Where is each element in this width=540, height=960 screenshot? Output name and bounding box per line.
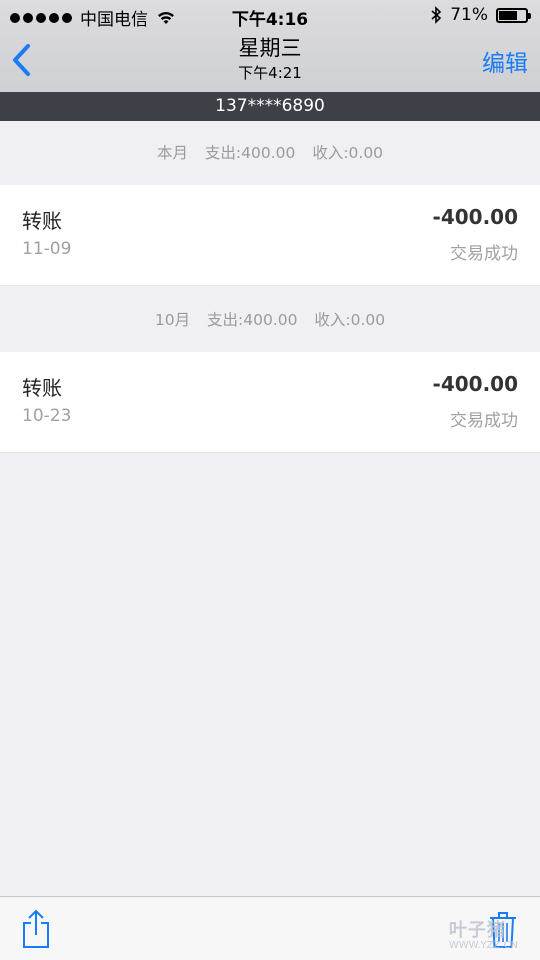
transaction-row[interactable]: 转账 11-09 -400.00 交易成功 [0,185,540,286]
battery-fill [499,10,518,20]
watermark-logo: 叶子猪 WWW.YZZ.CN [449,916,518,951]
account-number-bar: 137****6890 [0,92,540,121]
section-month: 本月 [156,144,188,162]
watermark-text: 叶子猪 [448,920,506,941]
section-expense: 支出:400.00 [207,311,298,329]
battery-percent: 71% [450,5,488,25]
page-subtitle: 下午4:21 [238,64,302,82]
section-header: 10月 支出:400.00 收入:0.00 [0,288,540,352]
transaction-title: 转账 [22,376,62,400]
section-income: 收入:0.00 [312,144,384,162]
transaction-title: 转账 [22,209,62,233]
transaction-date: 11-09 [22,239,72,259]
transaction-status: 交易成功 [450,411,518,431]
share-button[interactable] [20,909,52,949]
transaction-row[interactable]: 转账 10-23 -400.00 交易成功 [0,352,540,453]
navigation-bar: 星期三 下午4:21 编辑 [0,30,540,92]
transaction-amount: -400.00 [432,372,518,396]
share-icon [23,909,49,948]
transaction-amount: -400.00 [432,205,518,229]
top-bar: 中国电信 下午4:16 71% 星期三 下午4:21 编辑 [0,0,540,92]
bluetooth-icon [431,6,442,24]
section-income: 收入:0.00 [314,311,386,329]
section-month: 10月 [154,311,191,329]
watermark-url: WWW.YZZ.CN [448,940,518,951]
page-title: 星期三 [238,36,302,60]
battery-icon [496,7,531,23]
section-header: 本月 支出:400.00 收入:0.00 [0,121,540,185]
status-bar: 中国电信 下午4:16 71% [0,0,540,30]
nav-titles: 星期三 下午4:21 [0,34,540,84]
transaction-date: 10-23 [22,406,72,426]
status-right: 71% [430,5,531,25]
section-expense: 支出:400.00 [204,144,296,162]
edit-button[interactable]: 编辑 [482,44,528,78]
transaction-status: 交易成功 [450,244,518,264]
